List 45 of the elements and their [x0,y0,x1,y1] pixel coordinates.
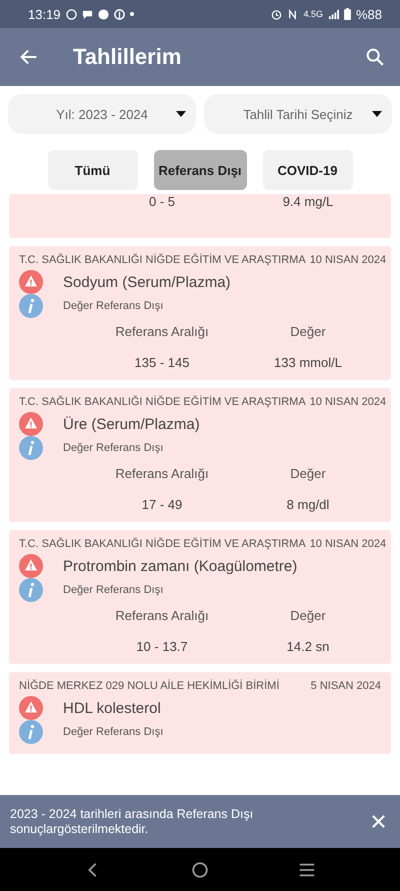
result-date: 10 NISAN 2024 [310,538,386,550]
snackbar-message: 2023 - 2024 tarihleri arasında Referans Dışı sonuçlargösterilmektedir. [10,806,254,836]
reference-range: 135 - 145 [134,355,190,370]
column-label: Değer [290,324,326,339]
test-name: Sodyum (Serum/Plazma) [63,274,231,290]
result-card[interactable]: T.C. SAĞLIK BAKANLIĞI NİĞDE EĞİTİM VE ARAŞTIRMA 10 NISAN 2024 Protrombin zamanı (Koagülometre) Değer Referans Dışı Referans Aralığı Değer 10 - 13.7 14.2 sn [9,530,391,664]
reference-range: 0 - 5 [148,194,175,209]
column-label: Değer [290,608,326,623]
test-name: Protrombin zamanı (Koagülometre) [63,558,298,574]
result-value: 133 mmol/L [274,355,342,370]
result-card[interactable]: T.C. SAĞLIK BAKANLIĞI NİĞDE EĞİTİM VE ARAŞTIRMA 10 NISAN 2024 Sodyum (Serum/Plazma) Değer Referans Dışı Referans Aralığı Değer 135 - 145 133 mmol/L [9,246,391,380]
status-time: 13:19 [28,6,61,22]
result-date: 10 NISAN 2024 [310,254,386,266]
dropdown[interactable]: Yıl: 2023 - 2024 [8,94,196,134]
filter-tab[interactable]: Referans Dışı [154,150,246,190]
institution-name: NİĞDE MERKEZ 029 NOLU AİLE HEKİMLİĞİ BİRİMİ [19,680,280,692]
result-value: 14.2 sn [286,639,330,654]
status-text: Değer Referans Dışı [63,300,164,312]
test-name: Üre (Serum/Plazma) [63,416,200,432]
column-label: Referans Aralığı [115,608,209,623]
network-type: 4.5G [303,9,323,19]
result-date: 10 NISAN 2024 [310,396,386,408]
institution-name: T.C. SAĞLIK BAKANLIĞI NİĞDE EĞİTİM VE ARAŞTIRMA [19,396,306,408]
status-text: Değer Referans Dışı [63,442,164,454]
battery-level: %88 [356,6,382,22]
result-value: 8 mg/dl [286,497,330,512]
result-value: 9.4 mg/L [282,194,334,209]
column-label: Referans Aralığı [115,466,209,481]
result-card[interactable]: NİĞDE MERKEZ 029 NOLU AİLE HEKİMLİĞİ BİRİMİ 5 NISAN 2024 HDL kolesterol Değer Referans Dışı [9,672,391,754]
test-name: HDL kolesterol [63,700,161,716]
dropdown[interactable]: Tahlil Tarihi Seçiniz [204,94,392,134]
institution-name: T.C. SAĞLIK BAKANLIĞI NİĞDE EĞİTİM VE ARAŞTIRMA [19,254,306,266]
institution-name: T.C. SAĞLIK BAKANLIĞI NİĞDE EĞİTİM VE ARAŞTIRMA [19,538,306,550]
result-date: 5 NISAN 2024 [310,680,381,692]
result-card[interactable]: 0 - 5 9.4 mg/L [9,194,391,238]
column-label: Değer [290,466,326,481]
reference-range: 10 - 13.7 [136,639,188,654]
filter-tab[interactable]: COVID-19 [262,150,352,190]
filter-tab[interactable]: Tümü [48,150,138,190]
status-text: Değer Referans Dışı [63,726,164,738]
result-card[interactable]: T.C. SAĞLIK BAKANLIĞI NİĞDE EĞİTİM VE ARAŞTIRMA 10 NISAN 2024 Üre (Serum/Plazma) Değer Referans Dışı Referans Aralığı Değer 17 - 49 8 mg/dl [9,388,391,522]
screen-title: Tahlillerim [73,44,182,70]
reference-range: 17 - 49 [142,497,182,512]
column-label: Referans Aralığı [115,324,209,339]
status-text: Değer Referans Dışı [63,584,164,596]
